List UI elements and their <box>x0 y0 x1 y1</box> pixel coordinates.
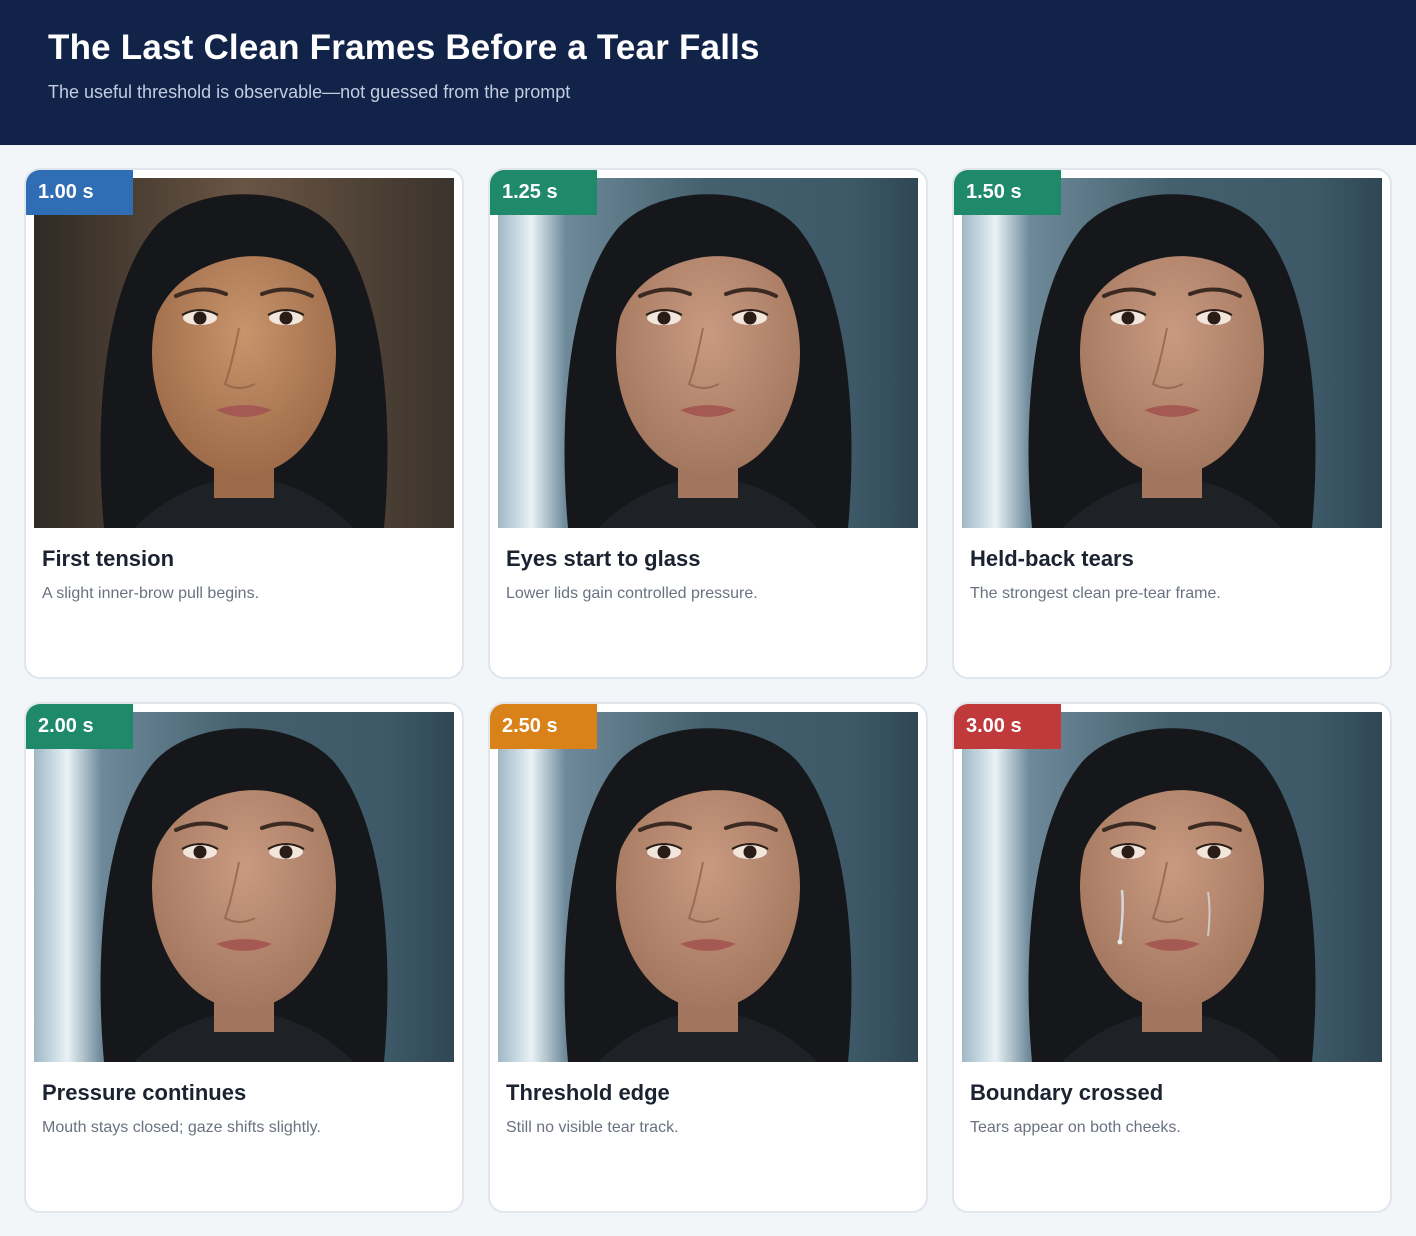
frame-title: First tension <box>42 546 175 571</box>
frame-card: 2.00 s Pressure continues Mouth stays cl… <box>24 702 464 1213</box>
frame-card: 1.25 s Eyes start to glass Lower lids ga… <box>488 168 928 679</box>
page-subtitle: The useful threshold is observable—not g… <box>48 82 571 102</box>
frame-title: Boundary crossed <box>970 1080 1164 1105</box>
frame-description: Lower lids gain controlled pressure. <box>506 585 758 602</box>
time-badge: 3.00 s <box>954 704 1061 749</box>
face-photo <box>962 178 1382 528</box>
frame-description: Mouth stays closed; gaze shifts slightly… <box>42 1119 321 1136</box>
face-photo <box>498 712 918 1062</box>
frame-title: Pressure continues <box>42 1080 247 1105</box>
face-photo <box>498 178 918 528</box>
frame-title: Threshold edge <box>506 1080 670 1105</box>
time-badge: 1.25 s <box>490 170 597 215</box>
frame-description: The strongest clean pre-tear frame. <box>970 585 1221 602</box>
time-badge: 1.00 s <box>26 170 133 215</box>
time-badge: 1.50 s <box>954 170 1061 215</box>
frame-description: A slight inner-brow pull begins. <box>42 585 260 602</box>
frame-card: 1.50 s Held-back tears The strongest cle… <box>952 168 1392 679</box>
face-photo <box>962 712 1382 1062</box>
face-photo <box>34 712 454 1062</box>
time-badge: 2.50 s <box>490 704 597 749</box>
frame-title: Eyes start to glass <box>506 546 701 571</box>
face-photo <box>34 178 454 528</box>
frame-card: 2.50 s Threshold edge Still no visible t… <box>488 702 928 1213</box>
page-header: The Last Clean Frames Before a Tear Fall… <box>0 0 1416 145</box>
frame-description: Tears appear on both cheeks. <box>970 1119 1181 1136</box>
frame-title: Held-back tears <box>970 546 1134 571</box>
page-title: The Last Clean Frames Before a Tear Fall… <box>48 28 760 67</box>
frame-description: Still no visible tear track. <box>506 1119 679 1136</box>
frame-card: 1.00 s First tension A slight inner-brow… <box>24 168 464 679</box>
time-badge: 2.00 s <box>26 704 133 749</box>
frame-card: 3.00 s Boundary crossed Tears appear on … <box>952 702 1392 1213</box>
frame-grid: 1.00 s First tension A slight inner-brow… <box>24 168 1392 1213</box>
